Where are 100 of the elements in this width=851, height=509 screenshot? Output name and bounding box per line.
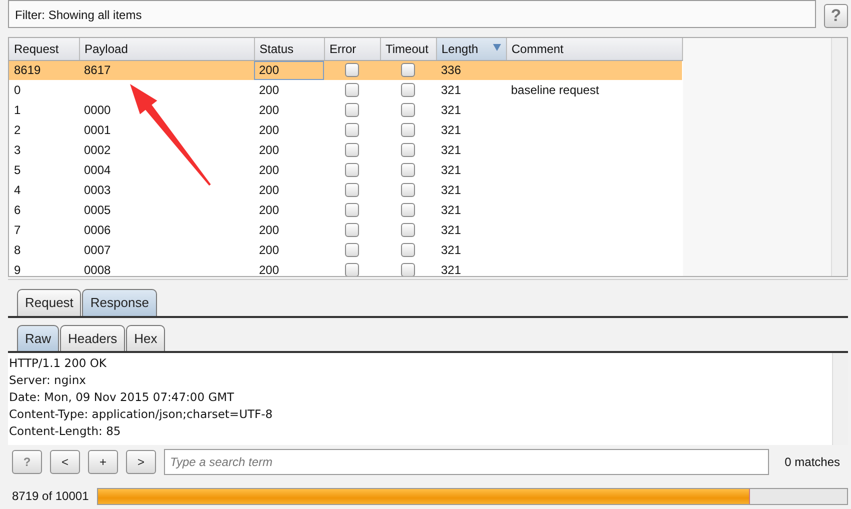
checkbox[interactable]: [401, 223, 415, 237]
checkbox[interactable]: [401, 243, 415, 257]
column-header[interactable]: Comment: [506, 38, 682, 60]
table-cell: 1: [14, 103, 21, 117]
table-cell: 200: [259, 83, 280, 97]
table-row[interactable]: 7 0006 200 321: [9, 220, 682, 240]
column-header[interactable]: Length: [436, 38, 506, 60]
table-cell: 200: [259, 243, 280, 257]
checkbox[interactable]: [345, 143, 359, 157]
tab[interactable]: Request: [17, 289, 82, 316]
column-header[interactable]: Status: [254, 38, 324, 60]
table-cell: 200: [259, 223, 280, 237]
table-row[interactable]: 3 0002 200 321: [9, 140, 682, 160]
checkbox[interactable]: [345, 63, 359, 78]
search-field[interactable]: Type a search term: [164, 449, 769, 475]
table-cell: 0001: [84, 123, 111, 137]
checkbox[interactable]: [345, 103, 359, 117]
table-cell: 200: [259, 163, 280, 177]
checkbox[interactable]: [401, 143, 415, 157]
table-row[interactable]: 1 0000 200 321: [9, 100, 682, 120]
previous-button[interactable]: <: [50, 450, 80, 474]
tab[interactable]: Hex: [126, 324, 166, 351]
checkbox[interactable]: [401, 103, 415, 117]
table-cell: 321: [441, 203, 462, 217]
table-cell: 0003: [84, 183, 111, 197]
table-cell: 8: [14, 243, 21, 257]
table-cell: 0007: [84, 243, 111, 257]
response-line: HTTP/1.1 200 OK: [9, 355, 108, 372]
checkbox[interactable]: [345, 263, 359, 276]
checkbox[interactable]: [345, 223, 359, 237]
table-cell: 321: [441, 123, 462, 137]
table-row[interactable]: 8619 8617 200 336: [9, 60, 682, 80]
tab[interactable]: Response: [82, 289, 157, 316]
table-row[interactable]: 8 0007 200 321: [9, 240, 682, 260]
checkbox[interactable]: [345, 203, 359, 217]
checkbox[interactable]: [401, 163, 415, 177]
table-row[interactable]: 9 0008 200 321: [9, 260, 682, 276]
column-header[interactable]: Error: [324, 38, 380, 60]
table-cell: 2: [14, 123, 21, 137]
table-row[interactable]: 5 0004 200 321: [9, 160, 682, 180]
tab[interactable]: Raw: [17, 324, 60, 351]
table-cell: 200: [259, 263, 280, 276]
table-cell: 9: [14, 263, 21, 276]
table-row[interactable]: 4 0003 200 321: [9, 180, 682, 200]
table-cell: 321: [441, 163, 462, 177]
checkbox[interactable]: [401, 183, 415, 197]
checkbox[interactable]: [401, 63, 415, 78]
table-row[interactable]: 2 0001 200 321: [9, 120, 682, 140]
table-cell: 200: [259, 183, 280, 197]
scrollbar[interactable]: [831, 38, 847, 276]
table-cell: 321: [441, 83, 462, 97]
table-row[interactable]: 6 0005 200 321: [9, 200, 682, 220]
table-cell: 0: [14, 83, 21, 97]
table-cell: 5: [14, 163, 21, 177]
checkbox[interactable]: [345, 123, 359, 137]
table-cell: 321: [441, 103, 462, 117]
checkbox[interactable]: [401, 123, 415, 137]
tab[interactable]: Headers: [60, 324, 126, 351]
checkbox[interactable]: [401, 203, 415, 217]
progress-text: 8719 of 10001: [12, 488, 89, 505]
table-row[interactable]: 0 200 321 baseline request: [9, 80, 682, 100]
table-cell: 0002: [84, 143, 111, 157]
table-cell: 4: [14, 183, 21, 197]
table-cell: 0008: [84, 263, 111, 276]
next-button[interactable]: >: [126, 450, 156, 474]
table-cell: 200: [259, 143, 280, 157]
checkbox[interactable]: [345, 183, 359, 197]
column-header[interactable]: Request: [9, 38, 79, 60]
checkbox[interactable]: [401, 83, 415, 97]
response-line: Server: nginx: [9, 372, 87, 389]
checkbox[interactable]: [345, 163, 359, 177]
add-button[interactable]: +: [88, 450, 118, 474]
column-header[interactable]: Timeout: [380, 38, 436, 60]
help-button[interactable]: ?: [824, 4, 848, 28]
table-cell: 200: [259, 63, 280, 78]
table-cell: 321: [441, 243, 462, 257]
checkbox[interactable]: [401, 263, 415, 276]
table-cell: 7: [14, 223, 21, 237]
column-header[interactable]: Payload: [79, 38, 254, 60]
table-cell: 321: [441, 263, 462, 276]
table-cell: 0005: [84, 203, 111, 217]
table-cell: baseline request: [511, 83, 600, 97]
response-line: Date: Mon, 09 Nov 2015 07:47:00 GMT: [9, 389, 236, 406]
table-cell: 321: [441, 143, 462, 157]
filter-bar[interactable]: Filter: Showing all items: [8, 0, 816, 28]
table-cell: 200: [259, 203, 280, 217]
response-line: Content-Type: application/json;charset=UTF-8: [9, 406, 274, 423]
table-cell: 336: [441, 63, 462, 78]
table-cell: 321: [441, 183, 462, 197]
table-cell: 0004: [84, 163, 111, 177]
table-cell: 0000: [84, 103, 111, 117]
table-cell: 3: [14, 143, 21, 157]
checkbox[interactable]: [345, 243, 359, 257]
checkbox[interactable]: [345, 83, 359, 97]
table-cell: 200: [259, 103, 280, 117]
table-cell: 0006: [84, 223, 111, 237]
table-cell: 321: [441, 223, 462, 237]
table-cell: 6: [14, 203, 21, 217]
table-cell: 8619: [14, 63, 41, 78]
table-cell: 200: [259, 123, 280, 137]
